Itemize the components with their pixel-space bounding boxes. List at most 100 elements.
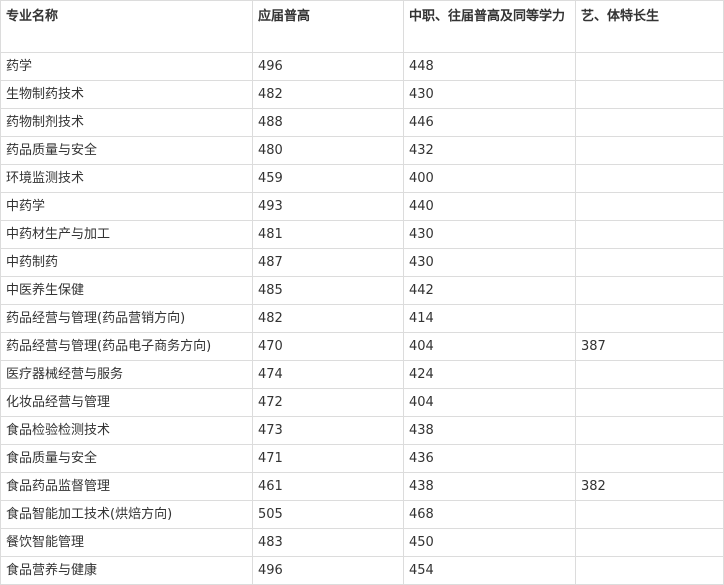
table-row: 中药材生产与加工 481 430 (0, 220, 724, 249)
cell-major-name: 中药制药 (0, 248, 253, 277)
header-vocational-previous-high-school: 中职、往届普高及同等学力 (403, 0, 576, 53)
cell-art-sports (575, 276, 724, 305)
cell-major-name: 食品检验检测技术 (0, 416, 253, 445)
header-fresh-high-school: 应届普高 (252, 0, 404, 53)
cell-major-name: 中医养生保健 (0, 276, 253, 305)
table-row: 食品检验检测技术 473 438 (0, 416, 724, 445)
cell-major-name: 环境监测技术 (0, 164, 253, 193)
cell-vocational-previous: 446 (403, 108, 576, 137)
cell-art-sports (575, 164, 724, 193)
cell-art-sports (575, 108, 724, 137)
cell-major-name: 食品营养与健康 (0, 556, 253, 585)
cell-fresh-high-school: 496 (252, 52, 404, 81)
cell-major-name: 中药学 (0, 192, 253, 221)
cell-fresh-high-school: 485 (252, 276, 404, 305)
cell-vocational-previous: 414 (403, 304, 576, 333)
cell-art-sports (575, 528, 724, 557)
cell-major-name: 中药材生产与加工 (0, 220, 253, 249)
cell-vocational-previous: 454 (403, 556, 576, 585)
table-row: 餐饮智能管理 483 450 (0, 528, 724, 557)
cell-art-sports: 387 (575, 332, 724, 361)
cell-major-name: 化妆品经营与管理 (0, 388, 253, 417)
cell-major-name: 药物制剂技术 (0, 108, 253, 137)
table-row: 医疗器械经营与服务 474 424 (0, 360, 724, 389)
cell-fresh-high-school: 505 (252, 500, 404, 529)
table-row: 食品营养与健康 496 454 (0, 556, 724, 585)
table-row: 环境监测技术 459 400 (0, 164, 724, 193)
cell-vocational-previous: 424 (403, 360, 576, 389)
cell-fresh-high-school: 481 (252, 220, 404, 249)
cell-fresh-high-school: 482 (252, 80, 404, 109)
table-row: 中医养生保健 485 442 (0, 276, 724, 305)
table-row: 食品智能加工技术(烘焙方向) 505 468 (0, 500, 724, 529)
cell-vocational-previous: 438 (403, 416, 576, 445)
cell-major-name: 医疗器械经营与服务 (0, 360, 253, 389)
cell-vocational-previous: 400 (403, 164, 576, 193)
cell-vocational-previous: 438 (403, 472, 576, 501)
cell-fresh-high-school: 482 (252, 304, 404, 333)
cell-major-name: 食品质量与安全 (0, 444, 253, 473)
cell-art-sports (575, 444, 724, 473)
cell-fresh-high-school: 493 (252, 192, 404, 221)
cell-art-sports (575, 248, 724, 277)
table-row: 药品经营与管理(药品电子商务方向) 470 404 387 (0, 332, 724, 361)
cell-art-sports (575, 360, 724, 389)
cell-art-sports (575, 192, 724, 221)
cell-vocational-previous: 448 (403, 52, 576, 81)
cell-fresh-high-school: 470 (252, 332, 404, 361)
cell-vocational-previous: 468 (403, 500, 576, 529)
cell-fresh-high-school: 480 (252, 136, 404, 165)
cell-major-name: 药品经营与管理(药品营销方向) (0, 304, 253, 333)
cell-vocational-previous: 442 (403, 276, 576, 305)
cell-art-sports (575, 80, 724, 109)
cell-major-name: 药品质量与安全 (0, 136, 253, 165)
cell-vocational-previous: 430 (403, 248, 576, 277)
cell-vocational-previous: 436 (403, 444, 576, 473)
score-table: 专业名称 应届普高 中职、往届普高及同等学力 艺、体特长生 药学 496 448 生物… (0, 0, 724, 585)
cell-vocational-previous: 404 (403, 332, 576, 361)
cell-fresh-high-school: 471 (252, 444, 404, 473)
table-row: 药品经营与管理(药品营销方向) 482 414 (0, 304, 724, 333)
cell-fresh-high-school: 472 (252, 388, 404, 417)
table-header-row: 专业名称 应届普高 中职、往届普高及同等学力 艺、体特长生 (0, 0, 724, 53)
cell-art-sports: 382 (575, 472, 724, 501)
cell-art-sports (575, 388, 724, 417)
cell-major-name: 食品智能加工技术(烘焙方向) (0, 500, 253, 529)
cell-fresh-high-school: 488 (252, 108, 404, 137)
cell-major-name: 食品药品监督管理 (0, 472, 253, 501)
cell-major-name: 餐饮智能管理 (0, 528, 253, 557)
cell-vocational-previous: 450 (403, 528, 576, 557)
table-row: 药物制剂技术 488 446 (0, 108, 724, 137)
table-row: 食品质量与安全 471 436 (0, 444, 724, 473)
cell-fresh-high-school: 461 (252, 472, 404, 501)
cell-art-sports (575, 136, 724, 165)
cell-fresh-high-school: 487 (252, 248, 404, 277)
table-row: 生物制药技术 482 430 (0, 80, 724, 109)
cell-fresh-high-school: 474 (252, 360, 404, 389)
cell-art-sports (575, 304, 724, 333)
cell-vocational-previous: 430 (403, 220, 576, 249)
cell-art-sports (575, 556, 724, 585)
cell-art-sports (575, 416, 724, 445)
table-row: 化妆品经营与管理 472 404 (0, 388, 724, 417)
table-row: 药品质量与安全 480 432 (0, 136, 724, 165)
header-art-sports-students: 艺、体特长生 (575, 0, 724, 53)
table-row: 中药学 493 440 (0, 192, 724, 221)
cell-fresh-high-school: 483 (252, 528, 404, 557)
cell-fresh-high-school: 459 (252, 164, 404, 193)
cell-vocational-previous: 404 (403, 388, 576, 417)
cell-fresh-high-school: 473 (252, 416, 404, 445)
header-major-name: 专业名称 (0, 0, 253, 53)
cell-major-name: 药品经营与管理(药品电子商务方向) (0, 332, 253, 361)
score-table-container: 专业名称 应届普高 中职、往届普高及同等学力 艺、体特长生 药学 496 448 生物… (0, 0, 724, 585)
cell-art-sports (575, 52, 724, 81)
cell-vocational-previous: 432 (403, 136, 576, 165)
table-row: 中药制药 487 430 (0, 248, 724, 277)
cell-vocational-previous: 430 (403, 80, 576, 109)
cell-art-sports (575, 220, 724, 249)
cell-major-name: 药学 (0, 52, 253, 81)
cell-major-name: 生物制药技术 (0, 80, 253, 109)
cell-fresh-high-school: 496 (252, 556, 404, 585)
table-row: 食品药品监督管理 461 438 382 (0, 472, 724, 501)
table-row: 药学 496 448 (0, 52, 724, 81)
